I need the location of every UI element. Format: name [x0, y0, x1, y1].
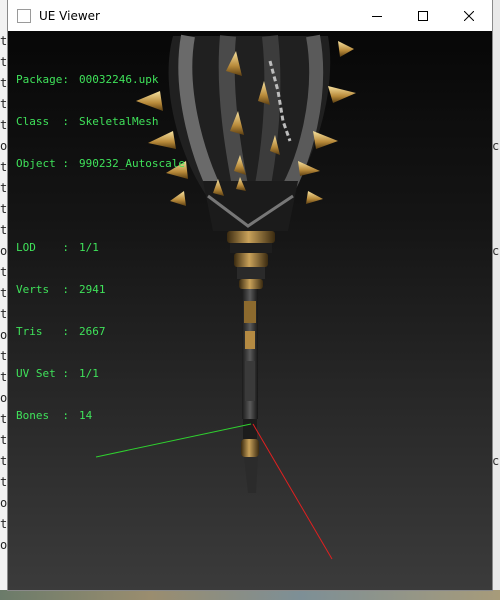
background-glyph	[492, 157, 500, 178]
background-glyph	[492, 493, 500, 514]
background-glyph: c	[492, 139, 500, 153]
background-glyph	[492, 52, 500, 73]
background-glyph	[492, 220, 500, 241]
package-label: Package:	[16, 73, 69, 86]
minimize-button[interactable]	[354, 0, 400, 31]
background-glyph	[492, 514, 500, 535]
tris-value: 2667	[79, 325, 106, 338]
app-icon[interactable]	[17, 8, 31, 23]
background-glyph	[492, 73, 500, 94]
background-window-text-right: c c c	[492, 31, 500, 556]
background-glyph	[492, 430, 500, 451]
title-bar[interactable]: UE Viewer	[8, 0, 492, 31]
maximize-button[interactable]	[400, 0, 446, 31]
background-glyph: t	[0, 223, 8, 237]
bones-label: Bones :	[16, 409, 69, 422]
package-value: 00032246.upk	[79, 73, 159, 86]
verts-value: 2941	[79, 283, 106, 296]
class-label: Class :	[16, 115, 69, 128]
object-value: 990232_Autoscale	[79, 157, 185, 170]
background-glyph	[492, 31, 500, 52]
background-glyph	[492, 262, 500, 283]
axis-x-line	[252, 423, 333, 560]
background-glyph: t	[0, 34, 8, 48]
background-glyph: o	[0, 391, 8, 405]
ue-viewer-window: UE Viewer Package: 00032246.upk Class: …	[8, 0, 492, 590]
lod-label: LOD :	[16, 241, 69, 254]
background-glyph	[492, 346, 500, 367]
background-glyph: o	[0, 496, 8, 510]
mace-handle	[241, 289, 259, 493]
background-glyph: c	[492, 244, 500, 258]
lod-value: 1/1	[79, 241, 99, 254]
background-glyph	[492, 115, 500, 136]
background-glyph: t	[0, 265, 8, 279]
background-glyph	[492, 283, 500, 304]
background-glyph: t	[0, 349, 8, 363]
background-glyph: o	[0, 538, 8, 552]
close-button[interactable]	[446, 0, 492, 31]
background-window-text-left: tttttottttotttottottttoto	[0, 31, 8, 556]
background-glyph: c	[492, 454, 500, 468]
background-glyph: t	[0, 160, 8, 174]
background-glyph: t	[0, 307, 8, 321]
window-title: UE Viewer	[39, 8, 100, 23]
uvset-label: UV Set :	[16, 367, 69, 380]
background-glyph	[492, 388, 500, 409]
uvset-value: 1/1	[79, 367, 99, 380]
background-glyph	[492, 367, 500, 388]
background-glyph	[492, 94, 500, 115]
background-glyph: t	[0, 475, 8, 489]
minimize-icon	[372, 15, 382, 17]
background-glyph	[492, 535, 500, 556]
background-glyph: t	[0, 412, 8, 426]
background-glyph: t	[0, 97, 8, 111]
maximize-icon	[418, 10, 428, 21]
background-glyph: t	[0, 76, 8, 90]
tris-label: Tris :	[16, 325, 69, 338]
background-glyph	[492, 472, 500, 493]
background-glyph: t	[0, 433, 8, 447]
background-glyph	[492, 178, 500, 199]
background-glyph: t	[0, 181, 8, 195]
background-glyph: t	[0, 202, 8, 216]
background-glyph	[492, 199, 500, 220]
background-glyph: t	[0, 55, 8, 69]
background-glyph: t	[0, 286, 8, 300]
desktop-background-bottom	[0, 590, 500, 600]
background-glyph: o	[0, 328, 8, 342]
background-glyph: t	[0, 454, 8, 468]
close-icon	[464, 10, 474, 21]
bones-value: 14	[79, 409, 93, 422]
background-glyph: t	[0, 370, 8, 384]
class-value: SkeletalMesh	[79, 115, 159, 128]
background-glyph	[492, 325, 500, 346]
background-glyph	[492, 409, 500, 430]
object-label: Object :	[16, 157, 69, 170]
window-controls	[354, 0, 492, 31]
background-glyph: t	[0, 517, 8, 531]
mace-collar	[227, 231, 275, 289]
background-glyph: o	[0, 139, 8, 153]
verts-label: Verts :	[16, 283, 69, 296]
mesh-info-overlay: Package: 00032246.upk Class : SkeletalMesh…	[16, 45, 185, 451]
background-glyph: t	[0, 118, 8, 132]
background-glyph	[492, 304, 500, 325]
3d-viewport[interactable]: Package: 00032246.upk Class : SkeletalMesh…	[8, 31, 492, 590]
background-glyph: o	[0, 244, 8, 258]
